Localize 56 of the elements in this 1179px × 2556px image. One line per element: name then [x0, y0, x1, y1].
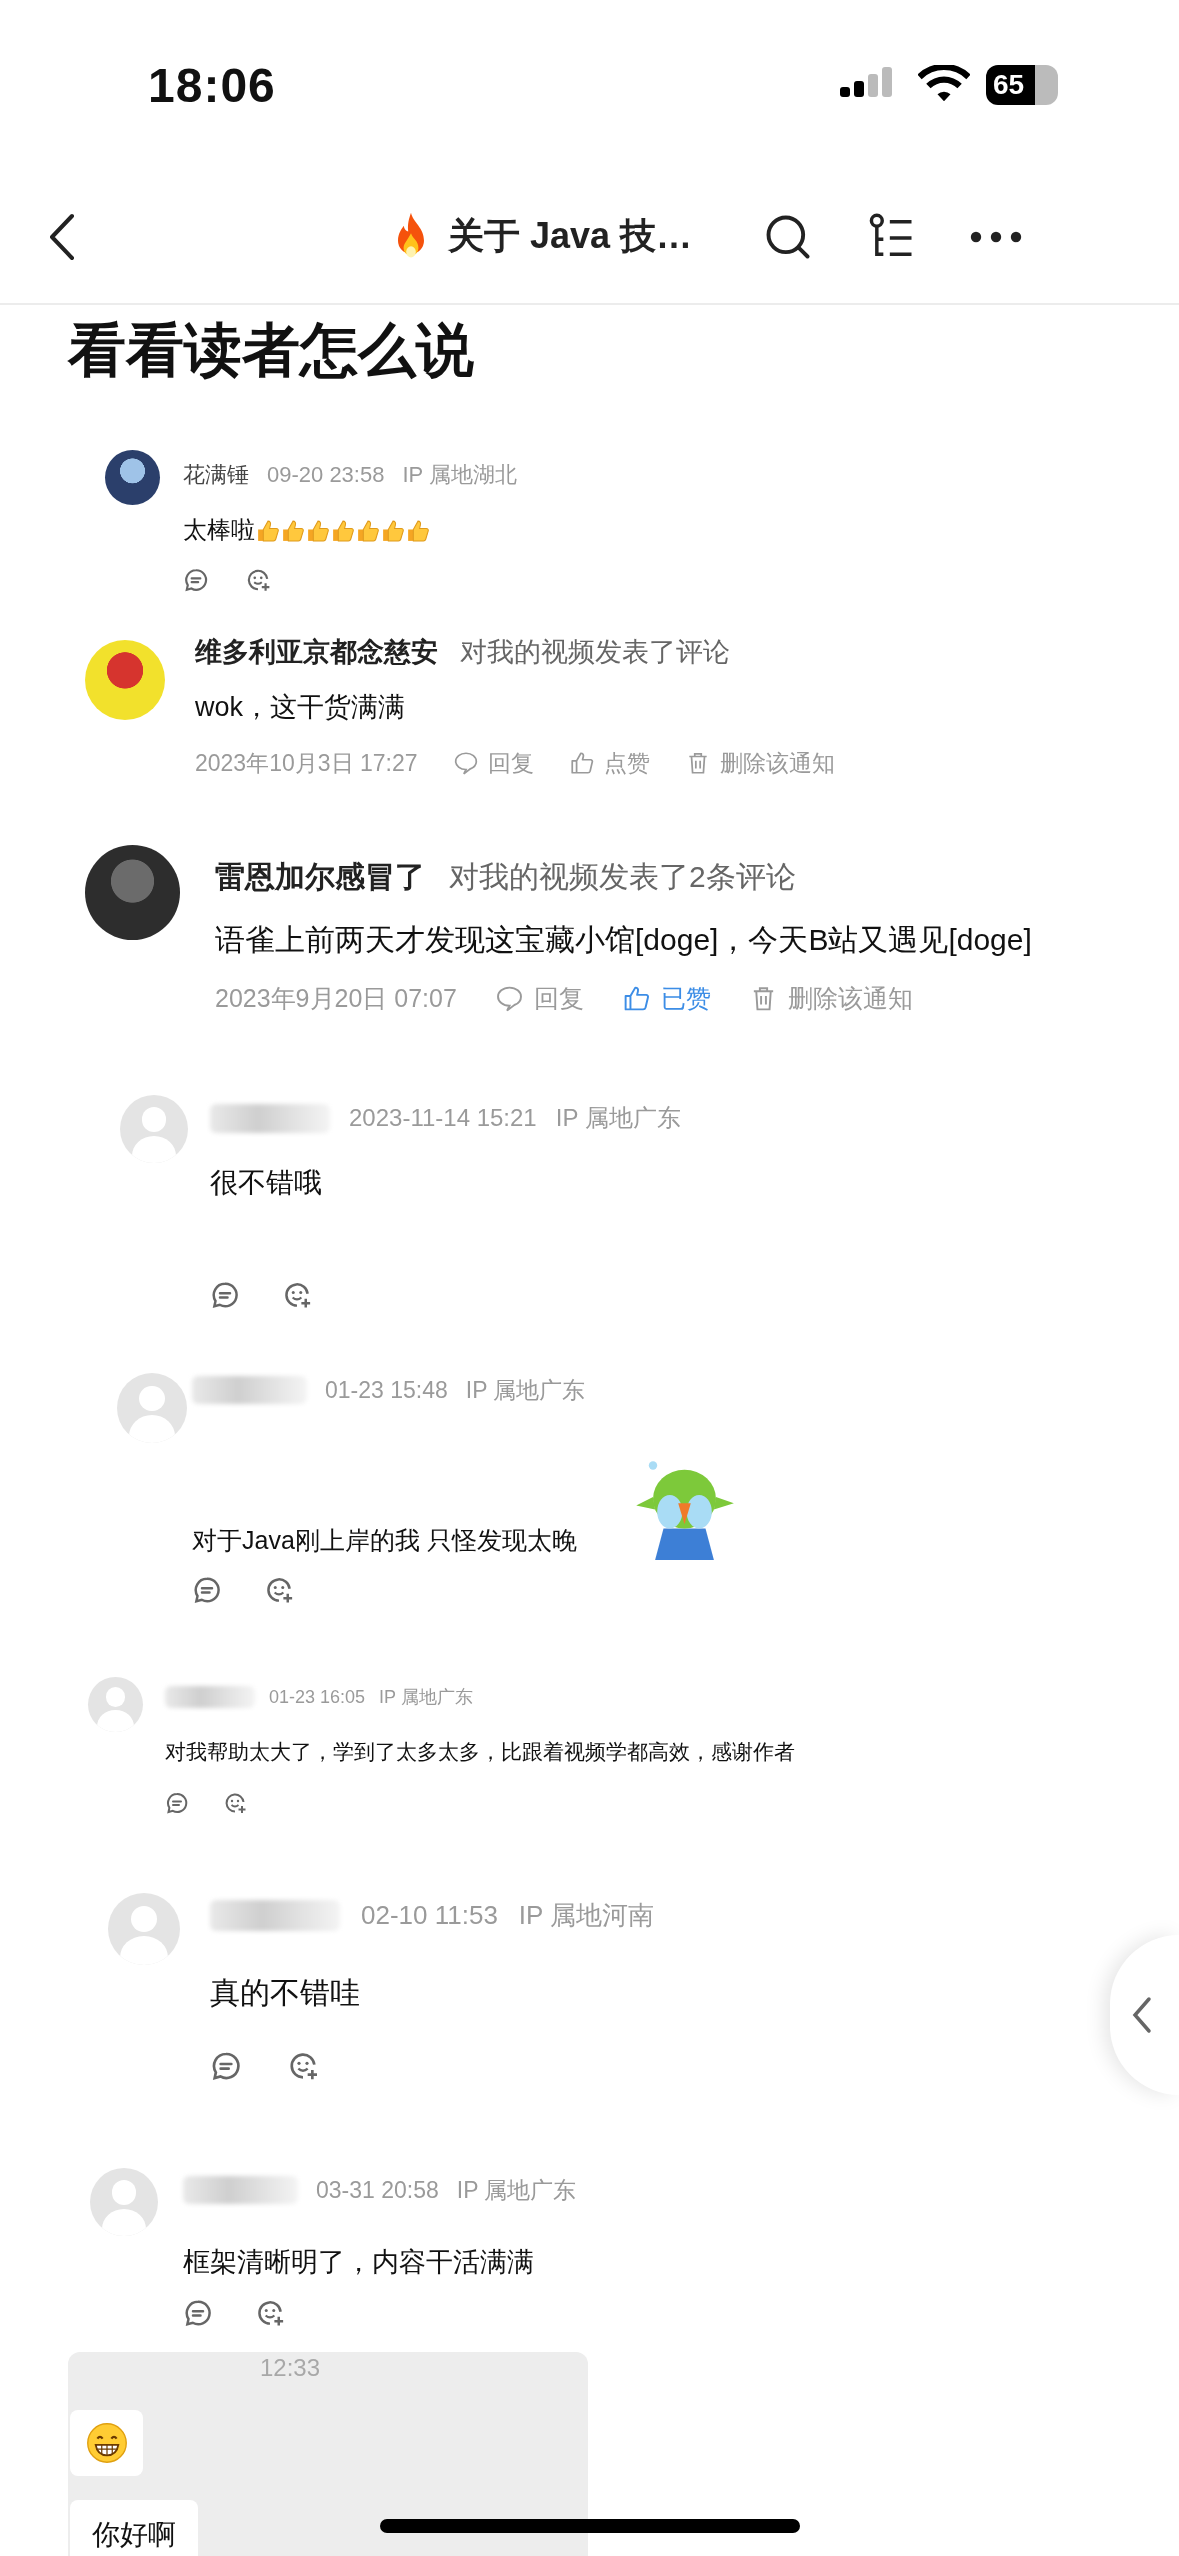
comment-text: 很不错哦 [210, 1166, 322, 1200]
comment-icon[interactable] [210, 2050, 242, 2082]
emoji-add-icon[interactable] [223, 1791, 247, 1815]
notification-action: 对我的视频发表了2条评论 [449, 858, 796, 895]
comment-text: 对我帮助太大了，学到了太多太多，比跟着视频学都高效，感谢作者 [165, 1739, 795, 1765]
comment-text: 语雀上前两天才发现这宝藏小馆[doge]，今天B站又遇见[doge] [215, 921, 1032, 958]
status-time: 18:06 [148, 57, 277, 113]
emoji-add-icon[interactable] [245, 567, 271, 593]
notification-date: 2023年9月20日 07:07 [215, 982, 457, 1014]
thumbs-up-icon[interactable] [568, 750, 595, 776]
comment-time: 2023-11-14 15:21 [349, 1104, 537, 1132]
notification-action: 对我的视频发表了评论 [460, 636, 730, 669]
comment-icon[interactable] [165, 1791, 189, 1815]
emoji-add-icon[interactable] [282, 1280, 312, 1310]
ip-location: IP 属地河南 [518, 1898, 655, 1932]
emoji-add-icon[interactable] [264, 1575, 294, 1605]
emoji-add-icon[interactable] [255, 2298, 285, 2328]
comment-time: 03-31 20:58 [316, 2176, 439, 2204]
comment-time: 02-10 11:53 [361, 1899, 498, 1931]
chevron-left-icon [1130, 1995, 1154, 2035]
comment-icon[interactable] [210, 1280, 240, 1310]
speech-bubble-icon[interactable] [452, 750, 479, 776]
comment-time: 01-23 16:05 [269, 1686, 366, 1708]
comment-icon[interactable] [192, 1575, 222, 1605]
ip-location: IP 属地广东 [555, 1103, 681, 1133]
comment-text: 对于Java刚上岸的我 只怪发现太晚 [192, 1525, 577, 1556]
ip-location: IP 属地广东 [456, 2175, 577, 2205]
ip-location: IP 属地湖北 [402, 461, 517, 489]
comment-icon[interactable] [183, 2298, 213, 2328]
section-heading: 看看读者怎么说 [68, 316, 475, 384]
comment-time: 01-23 15:48 [325, 1376, 448, 1404]
page-title: 关于 Java 技… [388, 210, 693, 263]
comment-icon[interactable] [183, 567, 209, 593]
user-name[interactable]: 雷恩加尔感冒了 [215, 856, 425, 898]
user-name[interactable]: 维多利亚京都念慈安 [195, 634, 438, 670]
avatar[interactable] [105, 450, 160, 505]
comment-text: wok，这干货满满 [195, 691, 405, 724]
comment-text: 真的不错哇 [210, 1974, 360, 2011]
reply-button[interactable]: 回复 [494, 981, 584, 1015]
reply-button[interactable]: 回复 [452, 747, 534, 779]
comment-text: 框架清晰明了，内容干活满满 [183, 2246, 534, 2279]
message-bubble: 你好啊 [70, 2500, 198, 2556]
like-button[interactable]: 已赞 [621, 981, 711, 1015]
user-name[interactable]: 花满锤 [183, 460, 249, 490]
chat-time: 12:33 [260, 2354, 321, 2382]
emoji-add-icon[interactable] [287, 2050, 319, 2082]
comment-time: 09-20 23:58 [267, 462, 385, 488]
ip-location: IP 属地广东 [379, 1686, 473, 1709]
like-button[interactable]: 点赞 [568, 747, 650, 779]
grinning-face-icon [85, 2422, 128, 2464]
battery-indicator: 65 [986, 65, 1058, 105]
delete-notification-button[interactable]: 删除该通知 [684, 747, 835, 779]
comment-text: 太棒啦 [183, 515, 255, 545]
delete-notification-button[interactable]: 删除该通知 [748, 981, 913, 1015]
notification-date: 2023年10月3日 17:27 [195, 748, 418, 778]
ip-location: IP 属地广东 [465, 1375, 586, 1405]
